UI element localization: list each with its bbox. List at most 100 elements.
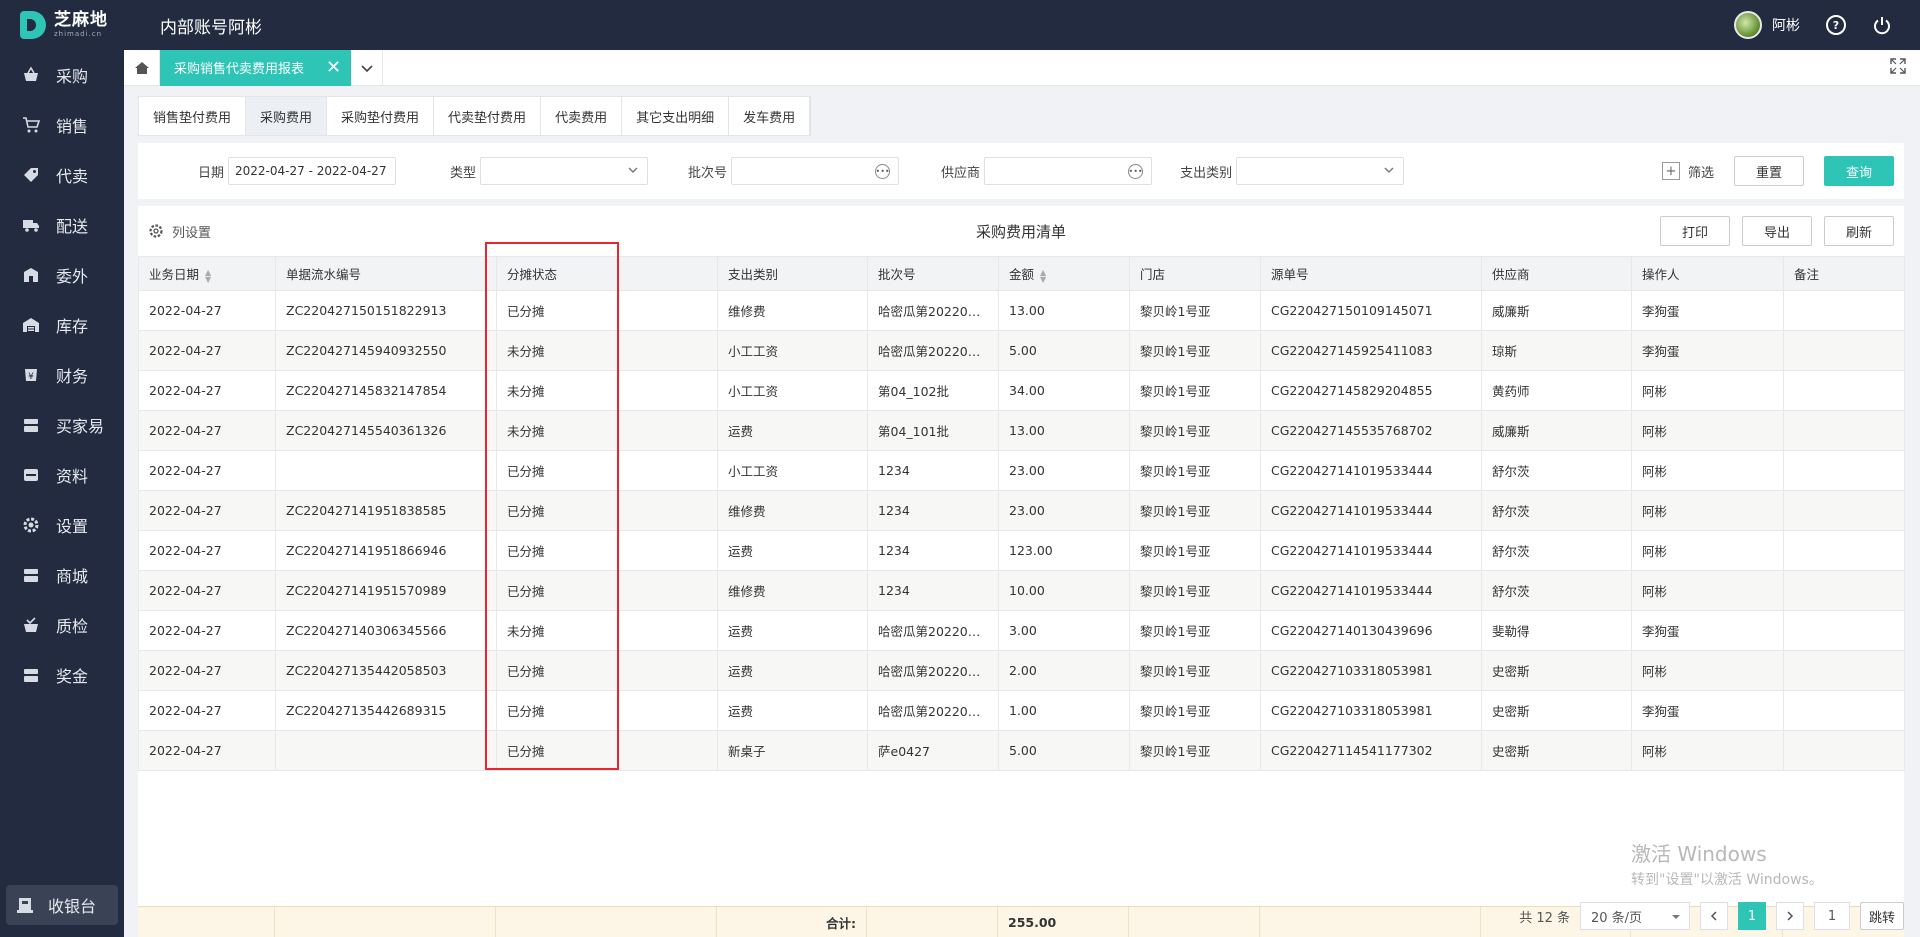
query-button[interactable]: 查询 xyxy=(1824,156,1894,186)
tab-other-expense[interactable]: 其它支出明细 xyxy=(622,97,730,135)
avatar[interactable] xyxy=(1734,11,1762,39)
help-icon[interactable]: ? xyxy=(1826,15,1846,35)
cashier-button[interactable]: 收银台 xyxy=(6,885,118,925)
table-row[interactable]: 2022-04-27 ZC220427145540361326 未分摊 运费 第04_1… xyxy=(138,410,1905,451)
supplier-label: 供应商 xyxy=(941,165,981,181)
home-button[interactable] xyxy=(124,49,160,86)
table-row[interactable]: 2022-04-27 ZC220427135442058503 已分摊 运费 哈密瓜第2… xyxy=(138,650,1905,691)
table-row[interactable]: 2022-04-27 ZC220427141951838585 已分摊 维修费 1234… xyxy=(138,490,1905,531)
sidebar-item-finance[interactable]: ¥ 财务 xyxy=(0,350,124,400)
table-cell: 萨e0427 xyxy=(867,730,999,771)
table-row[interactable]: 2022-04-27 ZC220427150151822913 已分摊 维修费 哈密瓜第… xyxy=(138,290,1905,331)
user-name[interactable]: 阿彬 xyxy=(1772,15,1800,35)
table-cell: 2022-04-27 xyxy=(138,330,276,371)
power-icon[interactable] xyxy=(1872,15,1892,35)
refresh-button[interactable]: 刷新 xyxy=(1824,216,1894,246)
jump-page-input[interactable]: 1 xyxy=(1814,902,1850,930)
chevron-down-icon xyxy=(1384,167,1394,173)
table-cell: 已分摊 xyxy=(496,730,718,771)
top-bar: 芝麻地 zhimadi.cn 内部账号阿彬 阿彬 ? xyxy=(0,0,1920,50)
tab-purchase-expense[interactable]: 采购费用 xyxy=(246,97,328,135)
date-range-input[interactable]: 2022-04-27 - 2022-04-27 xyxy=(228,157,397,185)
table-cell: 已分摊 xyxy=(496,530,718,571)
table-row[interactable]: 2022-04-27 ZC220427141951866946 已分摊 运费 1234 1… xyxy=(138,530,1905,571)
table-row[interactable]: 2022-04-27 ZC220427145940932550 未分摊 小工工资 哈密瓜… xyxy=(138,330,1905,371)
column-header[interactable]: 金额 ▲ ▼ xyxy=(998,256,1130,291)
table-cell: 未分摊 xyxy=(496,330,718,371)
table-cell: 已分摊 xyxy=(496,650,718,691)
tab-purchase-advance[interactable]: 采购垫付费用 xyxy=(327,97,435,135)
table-cell: 维修费 xyxy=(717,490,868,531)
tab-dispatch-expense[interactable]: 发车费用 xyxy=(729,97,811,135)
table-cell: 维修费 xyxy=(717,290,868,331)
sidebar-item-bonus[interactable]: 奖金 xyxy=(0,650,124,700)
supplier-input[interactable]: ••• xyxy=(984,157,1153,185)
sidebar-item-mall[interactable]: 商城 xyxy=(0,550,124,600)
table-row[interactable]: 2022-04-27 ZC220427141951570989 已分摊 维修费 1234… xyxy=(138,570,1905,611)
logo[interactable]: 芝麻地 zhimadi.cn xyxy=(0,0,124,50)
jump-button[interactable]: 跳转 xyxy=(1860,902,1904,930)
more-icon[interactable]: ••• xyxy=(875,164,891,179)
sidebar-item-quality[interactable]: 质检 xyxy=(0,600,124,650)
column-settings-label: 列设置 xyxy=(172,225,212,241)
tab-consignment-expense[interactable]: 代卖费用 xyxy=(541,97,623,135)
sidebar-item-buyer[interactable]: 买家易 xyxy=(0,400,124,450)
tab-consignment-advance[interactable]: 代卖垫付费用 xyxy=(434,97,542,135)
column-header: 分摊状态 xyxy=(496,256,718,291)
account-title: 内部账号阿彬 xyxy=(160,17,262,38)
batch-input[interactable]: ••• xyxy=(731,157,900,185)
sidebar-item-outsource[interactable]: 委外 xyxy=(0,250,124,300)
main-area: 采购销售代卖费用报表 ✕ 销售垫付费用 采购费用 采购垫付费用 代卖垫付费用 代… xyxy=(124,49,1920,937)
tab-dropdown-button[interactable] xyxy=(351,49,384,86)
sidebar-item-inventory[interactable]: 库存 xyxy=(0,300,124,350)
more-icon[interactable]: ••• xyxy=(1128,164,1144,179)
building-icon xyxy=(22,266,40,284)
sort-icon[interactable]: ▲ ▼ xyxy=(205,268,211,283)
sidebar-item-purchase[interactable]: 采购 xyxy=(0,50,124,100)
type-select[interactable] xyxy=(480,157,649,185)
table-cell: 3.00 xyxy=(998,610,1130,651)
table-row[interactable]: 2022-04-27 ZC220427135442689315 已分摊 运费 哈密瓜第2… xyxy=(138,690,1905,731)
prev-page-button[interactable] xyxy=(1700,902,1728,930)
tab-report[interactable]: 采购销售代卖费用报表 ✕ xyxy=(160,49,352,86)
table-row[interactable]: 2022-04-27 ZC220427140306345566 未分摊 运费 哈密瓜第2… xyxy=(138,610,1905,651)
table-cell: CG220427141019533444 xyxy=(1260,490,1482,531)
sort-icon[interactable]: ▲ ▼ xyxy=(1040,268,1046,283)
tab-sales-advance[interactable]: 销售垫付费用 xyxy=(139,97,247,135)
table-cell: 黎贝岭1号亚 xyxy=(1129,410,1261,451)
column-header[interactable]: 业务日期 ▲ ▼ xyxy=(138,256,276,291)
page-size-select[interactable]: 20 条/页 xyxy=(1580,902,1690,930)
table-cell: 2.00 xyxy=(998,650,1130,691)
table-row[interactable]: 2022-04-27 已分摊 新桌子 萨e0427 5.00 黎贝岭1号亚 CG220427… xyxy=(138,730,1905,771)
expand-icon xyxy=(1890,57,1906,74)
expense-type-select[interactable] xyxy=(1236,157,1405,185)
sidebar-item-delivery[interactable]: 配送 xyxy=(0,200,124,250)
export-button[interactable]: 导出 xyxy=(1742,216,1812,246)
table-cell: 威廉斯 xyxy=(1481,410,1632,451)
next-page-button[interactable] xyxy=(1776,902,1804,930)
table-row[interactable]: 2022-04-27 已分摊 小工工资 1234 23.00 黎贝岭1号亚 CG220427… xyxy=(138,450,1905,491)
table-cell: 已分摊 xyxy=(496,290,718,331)
table-cell: 阿彬 xyxy=(1631,650,1784,691)
filter-label: 筛选 xyxy=(1687,165,1714,181)
print-button[interactable]: 打印 xyxy=(1660,216,1730,246)
column-header: 批次号 xyxy=(867,256,999,291)
fullscreen-button[interactable] xyxy=(1890,57,1906,78)
page-number-button[interactable]: 1 xyxy=(1738,902,1766,930)
table-row[interactable]: 2022-04-27 ZC220427145832147854 未分摊 小工工资 第04… xyxy=(138,370,1905,411)
filter-toggle[interactable]: + 筛选 xyxy=(1661,162,1714,181)
table-cell: 未分摊 xyxy=(496,610,718,651)
table-cell: 1234 xyxy=(867,450,999,491)
sidebar-item-data[interactable]: 资料 xyxy=(0,450,124,500)
table-cell: 123.00 xyxy=(998,530,1130,571)
sidebar-item-consignment[interactable]: 代卖 xyxy=(0,150,124,200)
table-cell: 1234 xyxy=(867,530,999,571)
table-cell: 史密斯 xyxy=(1481,690,1632,731)
close-icon[interactable]: ✕ xyxy=(326,58,341,77)
sidebar-item-sales[interactable]: 销售 xyxy=(0,100,124,150)
gear-icon xyxy=(149,224,163,238)
sidebar-item-settings[interactable]: 设置 xyxy=(0,500,124,550)
table-cell: 李狗蛋 xyxy=(1631,690,1784,731)
reset-button[interactable]: 重置 xyxy=(1734,156,1804,186)
column-settings-button[interactable]: 列设置 xyxy=(148,222,211,241)
